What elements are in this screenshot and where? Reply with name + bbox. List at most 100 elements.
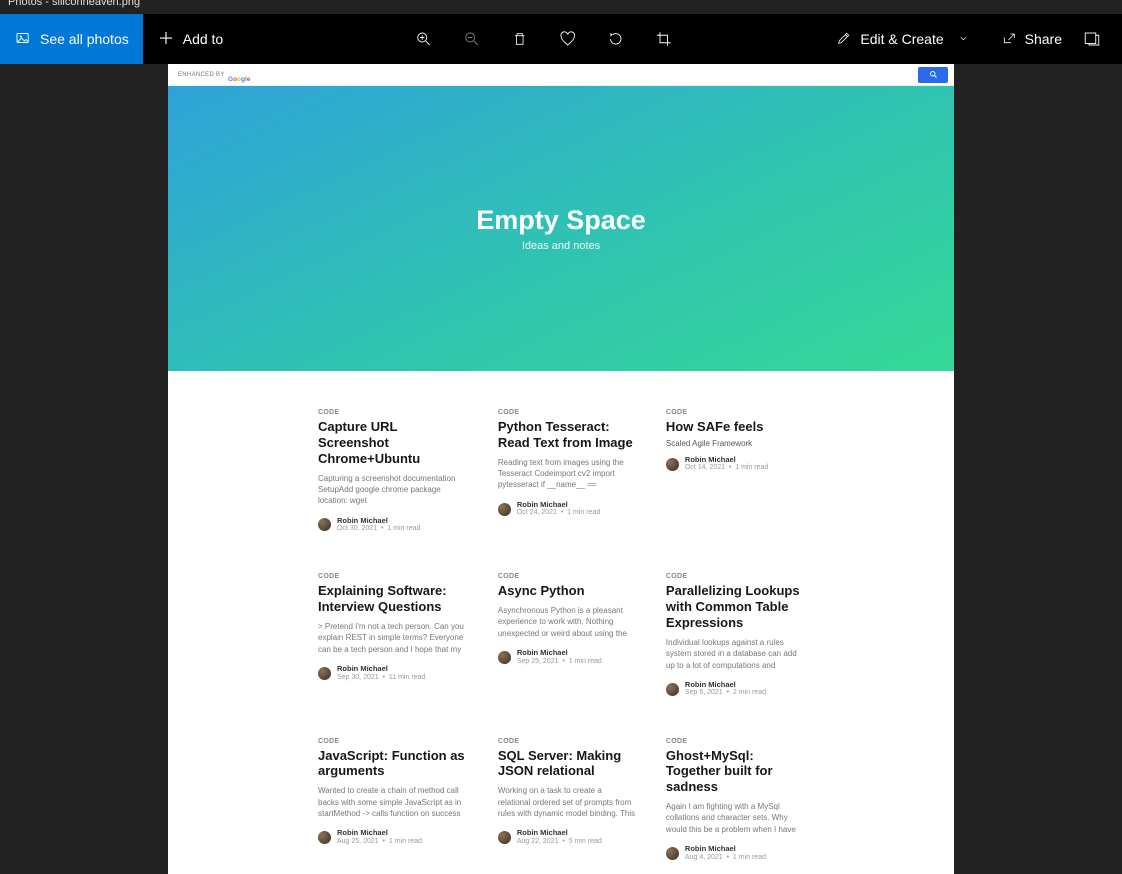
post-category: CODE [498,738,636,745]
post-excerpt: Asynchronous Python is a pleasant experi… [498,605,636,641]
zoom-in-button[interactable] [400,14,448,64]
share-icon [1001,30,1017,49]
search-button[interactable] [918,67,948,83]
avatar [498,651,511,664]
post-excerpt: Again I am fighting with a MySql collati… [666,801,804,837]
post-meta: Robin MichaelSep 6, 2021 • 2 min read [666,681,804,698]
plus-icon [157,29,175,50]
post-title: Explaining Software: Interview Questions [318,583,468,615]
post-meta: Robin MichaelAug 25, 2021 • 1 min read [318,829,468,846]
avatar [318,831,331,844]
post-card[interactable]: CODE Parallelizing Lookups with Common Ta… [666,573,804,697]
post-card[interactable]: CODE JavaScript: Function as arguments Wan… [318,738,468,862]
post-author: Robin Michael [685,681,766,690]
post-card[interactable]: CODEPython Tesseract: Read Text from Ima… [498,409,636,533]
post-date: Sep 30, 2021 • 11 min read [337,674,425,682]
search-bar[interactable]: ENHANCED BY Google [168,64,954,86]
post-author: Robin Michael [517,649,602,658]
post-meta: Robin MichaelSep 30, 2021 • 11 min read [318,665,468,682]
post-meta: Robin MichaelOct 30, 2021 • 1 min read [318,517,468,534]
avatar [498,503,511,516]
post-date: Oct 30, 2021 • 1 min read [337,525,420,533]
post-title: Parallelizing Lookups with Common Table … [666,583,804,631]
center-toolbar [400,14,688,64]
photo-viewer: ENHANCED BY Google Empty Space Ideas and… [0,64,1122,874]
post-category: CODE [318,573,468,580]
rotate-button[interactable] [592,14,640,64]
post-category: CODE [666,409,804,416]
post-meta: Robin MichaelAug 22, 2021 • 5 min read [498,829,636,846]
post-title: JavaScript: Function as arguments [318,748,468,780]
post-excerpt: Capturing a screenshot documentation Set… [318,473,468,509]
svg-text:Google: Google [228,76,251,83]
post-excerpt: > Pretend I'm not a tech person. Can you… [318,621,468,657]
post-excerpt: Working on a task to create a relational… [498,785,636,821]
site-tagline: Ideas and notes [522,240,600,252]
post-title: Async Python [498,583,636,599]
edit-icon [836,30,852,49]
post-author: Robin Michael [685,845,766,854]
avatar [498,831,511,844]
more-button[interactable] [1080,14,1104,64]
post-title: How SAFe feels [666,419,804,435]
right-toolbar: Edit & Create Share [822,14,1104,64]
post-date: Aug 22, 2021 • 5 min read [517,838,602,846]
post-card[interactable]: CODE Async Python Asynchronous Python is a… [498,573,636,697]
post-author: Robin Michael [337,517,420,526]
crop-button[interactable] [640,14,688,64]
post-date: Aug 25, 2021 • 1 min read [337,838,422,846]
edit-create-button[interactable]: Edit & Create [822,14,982,64]
post-card[interactable]: CODE Explaining Software: Interview Quest… [318,573,468,697]
post-card[interactable]: CODE Ghost+MySql: Together built for sadn… [666,738,804,862]
post-meta: Robin MichaelOct 24, 2021 • 1 min read [498,501,636,518]
avatar [666,458,679,471]
post-date: Aug 4, 2021 • 1 min read [685,854,766,862]
share-button[interactable]: Share [987,14,1076,64]
post-author: Robin Michael [685,456,768,465]
window-title-bar: Photos - siliconheaven.png [0,0,1122,14]
hero-banner: Empty Space Ideas and notes [168,86,954,371]
post-title: Capture URL Screenshot Chrome+Ubuntu [318,419,468,467]
post-grid: CODE Capture URL Screenshot Chrome+Ubuntu… [168,371,954,874]
post-date: Oct 14, 2021 • 1 min read [685,464,768,472]
webpage-screenshot: ENHANCED BY Google Empty Space Ideas and… [168,64,954,874]
post-title: Python Tesseract: Read Text from Image [498,419,636,451]
favorite-button[interactable] [544,14,592,64]
avatar [318,518,331,531]
see-all-photos-button[interactable]: See all photos [0,14,143,64]
post-category: CODE [318,738,468,745]
collection-icon [14,29,32,50]
post-author: Robin Michael [517,829,602,838]
site-title: Empty Space [476,205,646,236]
post-meta: Robin MichaelOct 14, 2021 • 1 min read [666,456,804,473]
post-subtitle: Scaled Agile Framework [666,439,804,448]
post-date: Sep 25, 2021 • 1 min read [517,658,602,666]
post-category: CODE [498,573,636,580]
window-title: Photos - siliconheaven.png [8,0,140,8]
post-excerpt: Wanted to create a chain of method call … [318,785,468,821]
post-card[interactable]: CODE Capture URL Screenshot Chrome+Ubuntu… [318,409,468,533]
post-category: CODE [666,738,804,745]
post-author: Robin Michael [337,665,425,674]
post-category: CODE [666,573,804,580]
post-author: Robin Michael [337,829,422,838]
google-logo: Google [228,71,258,79]
post-excerpt: Individual lookups against a rules syste… [666,637,804,673]
post-excerpt: Reading text from images using the Tesse… [498,457,636,493]
post-author: Robin Michael [517,501,600,510]
post-card[interactable]: CODESQL Server: Making JSON relationalWo… [498,738,636,862]
avatar [666,847,679,860]
toolbar: See all photos Add to E [0,14,1122,64]
enhanced-by-label: ENHANCED BY [178,72,225,78]
post-card[interactable]: CODE How SAFe feels Scaled Agile Framework… [666,409,804,533]
add-to-button[interactable]: Add to [143,14,237,64]
post-category: CODE [318,409,468,416]
post-title: Ghost+MySql: Together built for sadness [666,748,804,796]
zoom-out-button[interactable] [448,14,496,64]
post-date: Oct 24, 2021 • 1 min read [517,509,600,517]
avatar [318,667,331,680]
delete-button[interactable] [496,14,544,64]
avatar [666,683,679,696]
chevron-down-icon [958,31,969,47]
post-date: Sep 6, 2021 • 2 min read [685,689,766,697]
